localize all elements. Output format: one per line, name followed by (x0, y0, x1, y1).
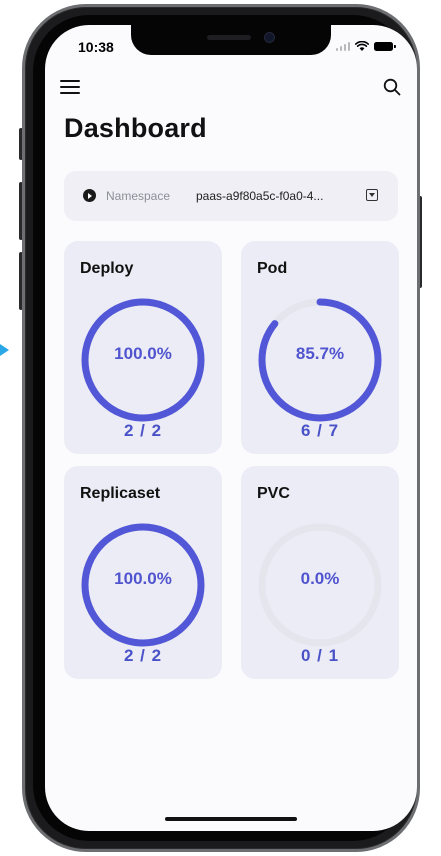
hamburger-menu-icon[interactable] (60, 79, 80, 95)
progress-gauge: 0.0% (256, 521, 384, 649)
card-title: Deploy (80, 260, 134, 277)
signal-icon (335, 41, 350, 51)
progress-gauge: 100.0% (79, 296, 207, 424)
namespace-selector[interactable]: Namespace paas-a9f80a5c-f0a0-4... (64, 171, 398, 221)
namespace-label: Namespace (106, 189, 171, 203)
namespace-value: paas-a9f80a5c-f0a0-4... (196, 189, 324, 203)
app-screen: 10:38 Dashboard Namespace paas-a9f80a5c-… (45, 25, 417, 831)
card-replicaset[interactable]: Replicaset 100.0% 2 / 2 (64, 466, 222, 679)
gauge-percent: 100.0% (114, 569, 172, 588)
speaker-grille (207, 35, 251, 40)
wifi-icon (355, 41, 369, 51)
play-circle-icon (83, 189, 96, 202)
page-title: Dashboard (64, 113, 207, 143)
status-icons (335, 41, 396, 51)
card-title: Replicaset (80, 485, 161, 502)
home-indicator[interactable] (165, 817, 297, 821)
front-camera (265, 33, 274, 42)
card-title: PVC (257, 485, 290, 502)
card-pvc[interactable]: PVC 0.0% 0 / 1 (241, 466, 399, 679)
card-count: 2 / 2 (123, 421, 163, 440)
side-arrow-marker (0, 344, 9, 356)
progress-gauge: 100.0% (79, 521, 207, 649)
battery-icon (374, 41, 396, 51)
search-icon[interactable] (383, 78, 401, 96)
notch (131, 25, 331, 55)
card-pod[interactable]: Pod 85.7% 6 / 7 (241, 241, 399, 454)
gauge-percent: 0.0% (300, 569, 340, 588)
gauge-percent: 100.0% (114, 344, 172, 363)
status-time: 10:38 (78, 39, 114, 55)
card-count: 0 / 1 (300, 646, 340, 665)
gauge-percent: 85.7% (295, 344, 345, 363)
card-title: Pod (257, 260, 288, 277)
card-count: 2 / 2 (123, 646, 163, 665)
dropdown-square-icon[interactable] (366, 189, 378, 201)
card-deploy[interactable]: Deploy 100.0% 2 / 2 (64, 241, 222, 454)
progress-gauge: 85.7% (256, 296, 384, 424)
card-count: 6 / 7 (300, 421, 340, 440)
